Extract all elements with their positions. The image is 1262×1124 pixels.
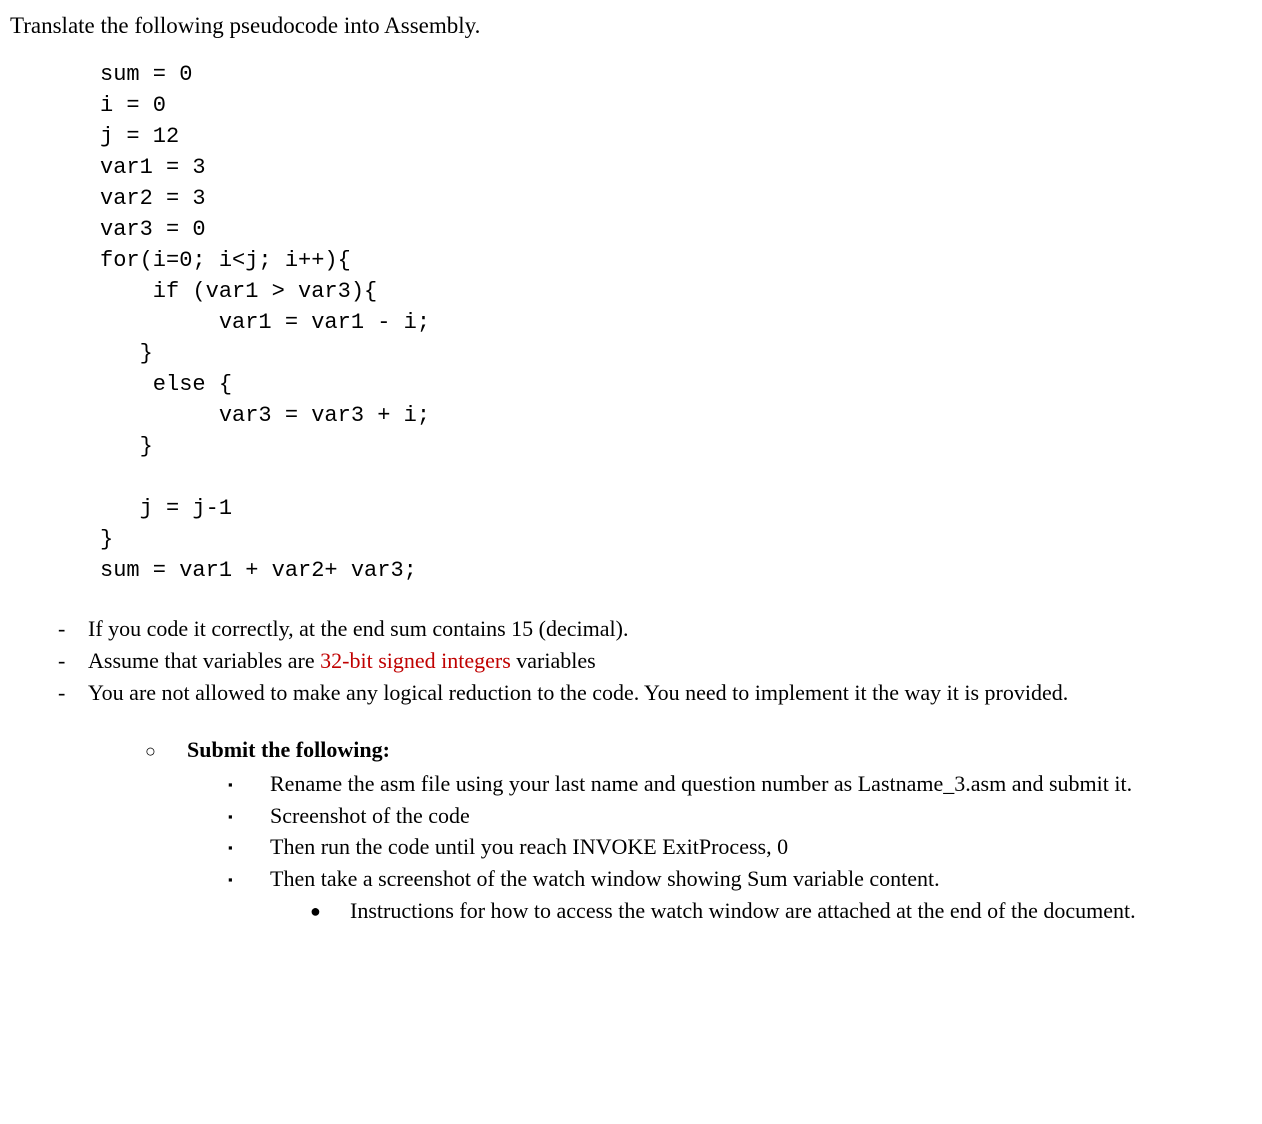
dash-icon: - [58, 614, 88, 644]
list-item: ▪ Rename the asm file using your last na… [228, 769, 1252, 799]
pseudocode-block: sum = 0 i = 0 j = 12 var1 = 3 var2 = 3 v… [100, 59, 1252, 586]
submit-section: ○ Submit the following: [145, 735, 1252, 765]
requirement-text: If you code it correctly, at the end sum… [88, 614, 1252, 644]
list-item: ● Instructions for how to access the wat… [310, 896, 1252, 926]
list-item: ▪ Then take a screenshot of the watch wi… [228, 864, 1252, 894]
requirement-text: Assume that variables are 32-bit signed … [88, 646, 1252, 676]
dash-icon: - [58, 646, 88, 676]
list-item: - If you code it correctly, at the end s… [58, 614, 1252, 644]
requirements-list: - If you code it correctly, at the end s… [58, 614, 1252, 707]
requirement-text: You are not allowed to make any logical … [88, 678, 1252, 708]
highlighted-text: 32-bit signed integers [320, 648, 511, 673]
dash-icon: - [58, 678, 88, 708]
square-icon: ▪ [228, 769, 270, 799]
submit-item-text: Rename the asm file using your last name… [270, 769, 1252, 799]
list-item: ▪ Screenshot of the code [228, 801, 1252, 831]
list-item: - You are not allowed to make any logica… [58, 678, 1252, 708]
square-icon: ▪ [228, 801, 270, 831]
sub-bullet-list: ● Instructions for how to access the wat… [310, 896, 1252, 926]
bullet-text: Instructions for how to access the watch… [350, 896, 1252, 926]
text-pre: Assume that variables are [88, 648, 320, 673]
submit-item-text: Screenshot of the code [270, 801, 1252, 831]
list-item: ▪ Then run the code until you reach INVO… [228, 832, 1252, 862]
submit-items-list: ▪ Rename the asm file using your last na… [228, 769, 1252, 894]
square-icon: ▪ [228, 864, 270, 894]
submit-header: Submit the following: [187, 735, 1252, 765]
list-item: - Assume that variables are 32-bit signe… [58, 646, 1252, 676]
square-icon: ▪ [228, 832, 270, 862]
circle-icon: ○ [145, 735, 187, 765]
bullet-icon: ● [310, 896, 350, 926]
submit-item-text: Then run the code until you reach INVOKE… [270, 832, 1252, 862]
assignment-heading: Translate the following pseudocode into … [10, 10, 1252, 41]
submit-item-text: Then take a screenshot of the watch wind… [270, 864, 1252, 894]
list-item: ○ Submit the following: [145, 735, 1252, 765]
text-post: variables [511, 648, 596, 673]
